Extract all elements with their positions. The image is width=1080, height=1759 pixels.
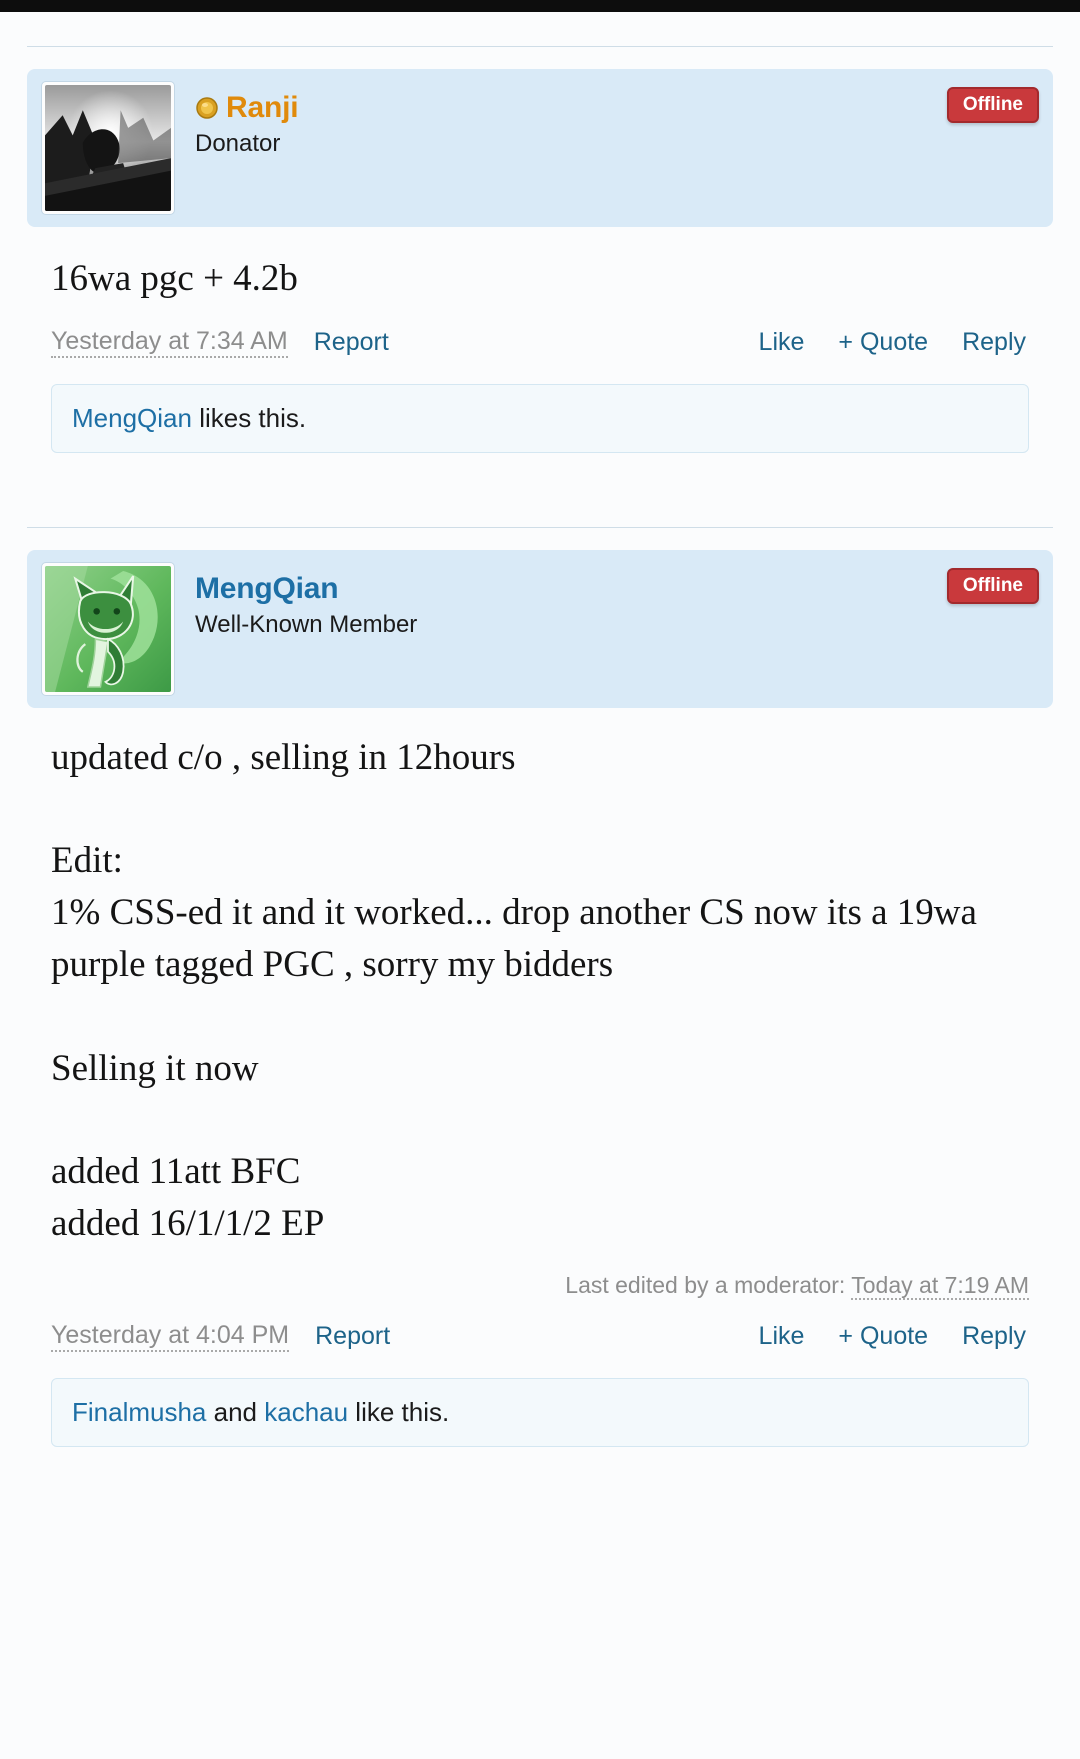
avatar[interactable] — [41, 561, 175, 696]
post-timestamp[interactable]: Yesterday at 7:34 AM — [51, 327, 288, 358]
post-header: Ranji Donator Offline — [27, 69, 1053, 227]
likes-bar: Finalmusha and kachau like this. — [51, 1377, 1029, 1447]
post-header: MengQian Well-Known Member Offline — [27, 549, 1053, 708]
post-divider — [27, 46, 1053, 47]
liker-name[interactable]: Finalmusha — [72, 1397, 206, 1427]
liker-name[interactable]: kachau — [264, 1397, 348, 1427]
footer-left-group: Yesterday at 7:34 AM Report — [51, 327, 389, 358]
quote-button[interactable]: + Quote — [838, 1322, 928, 1351]
post-author-name[interactable]: Ranji — [226, 91, 299, 124]
post-author-title: Well-Known Member — [195, 610, 418, 638]
post-footer: Yesterday at 4:04 PM Report Like + Quote… — [27, 1299, 1053, 1352]
username-row: MengQian — [195, 572, 1039, 605]
post-timestamp[interactable]: Yesterday at 4:04 PM — [51, 1321, 290, 1352]
post-footer: Yesterday at 7:34 AM Report Like + Quote… — [27, 305, 1053, 358]
reply-button[interactable]: Reply — [962, 1322, 1026, 1351]
status-badge: Offline — [946, 87, 1039, 123]
post-body: 16wa pgc + 4.2b — [51, 258, 298, 299]
user-meta: Ranji Donator — [195, 81, 1039, 159]
likes-bar: MengQian likes this. — [51, 383, 1029, 453]
bottom-spacer — [27, 1447, 1053, 1507]
post-author-title: Donator — [195, 130, 281, 157]
footer-right-group: Like + Quote Reply — [759, 1322, 1026, 1351]
post-spacer — [27, 453, 1053, 493]
like-button[interactable]: Like — [759, 328, 805, 357]
thread-content: Ranji Donator Offline 16wa pgc + 4.2b Ye… — [0, 46, 1080, 1507]
username-row: Ranji — [195, 91, 1039, 124]
like-button[interactable]: Like — [759, 1322, 805, 1351]
avatar-image-mengqian — [45, 565, 171, 692]
liker-name[interactable]: MengQian — [72, 403, 192, 433]
status-badge: Offline — [946, 567, 1039, 604]
report-link[interactable]: Report — [315, 1322, 390, 1351]
last-edited-prefix: Last edited by a moderator: — [565, 1271, 846, 1298]
reply-button[interactable]: Reply — [962, 328, 1026, 357]
likes-suffix: like this. — [348, 1396, 450, 1427]
post-mengqian: MengQian Well-Known Member Offline updat… — [27, 549, 1053, 1447]
status-bar — [0, 0, 1080, 12]
last-edited-time[interactable]: Today at 7:19 AM — [851, 1271, 1029, 1300]
forum-thread-page: Ranji Donator Offline 16wa pgc + 4.2b Ye… — [0, 0, 1080, 1759]
last-edited-note: Last edited by a moderator: Today at 7:1… — [27, 1250, 1053, 1300]
coin-icon — [196, 96, 218, 119]
post-author-name[interactable]: MengQian — [195, 572, 339, 605]
post-body: updated c/o , selling in 12hours Edit: 1… — [51, 736, 977, 1244]
quote-button[interactable]: + Quote — [838, 328, 928, 357]
report-link[interactable]: Report — [314, 328, 389, 357]
likes-suffix: likes this. — [191, 402, 307, 433]
post-ranji: Ranji Donator Offline 16wa pgc + 4.2b Ye… — [27, 69, 1053, 453]
user-meta: MengQian Well-Known Member — [195, 562, 1039, 640]
avatar[interactable] — [41, 81, 175, 215]
footer-left-group: Yesterday at 4:04 PM Report — [51, 1321, 390, 1352]
footer-right-group: Like + Quote Reply — [759, 328, 1026, 357]
avatar-image-ranji — [45, 85, 171, 211]
likes-joiner: and — [206, 1396, 265, 1427]
post-divider — [27, 526, 1053, 528]
